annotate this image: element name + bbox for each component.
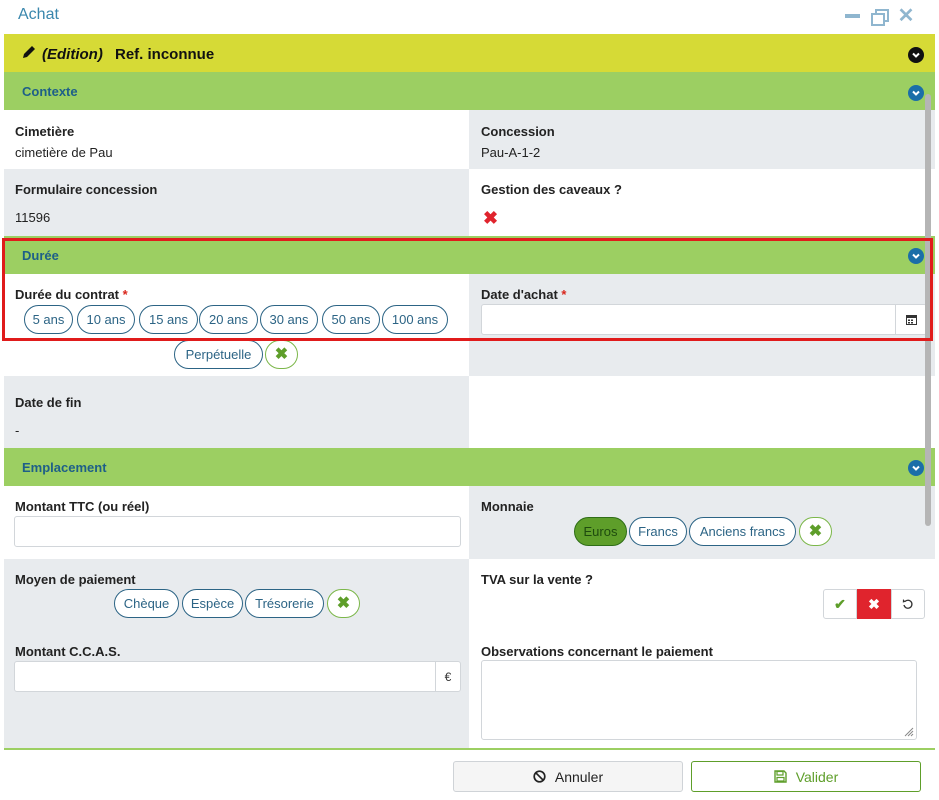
field-label: Gestion des caveaux ? (481, 182, 622, 197)
section-title: Durée (22, 248, 59, 263)
clear-currency-button[interactable]: ✖ (799, 517, 832, 546)
field-value: cimetière de Pau (15, 145, 113, 160)
clear-x-icon: ✖ (336, 594, 351, 612)
validate-label: Valider (795, 768, 839, 785)
duration-option-15[interactable]: 15 ans (139, 305, 198, 334)
cancel-button[interactable]: Annuler (453, 761, 683, 792)
field-label: Durée du contrat * (15, 287, 128, 302)
false-x-icon: ✖ (483, 208, 499, 228)
date-achat-field: Date d'achat * (469, 274, 935, 376)
duration-option-100[interactable]: 100 ans (382, 305, 448, 334)
montant-ttc-field: Montant TTC (ou réel) (4, 486, 469, 559)
formulaire-field: Formulaire concession 11596 (4, 169, 469, 236)
field-value: - (15, 423, 20, 438)
field-label: TVA sur la vente ? (481, 572, 593, 587)
reset-icon (902, 599, 913, 609)
payment-option-espece[interactable]: Espèce (182, 589, 243, 618)
observations-textarea[interactable] (481, 660, 917, 740)
pencil-icon (22, 45, 36, 62)
moyen-paiement-field: Moyen de paiement Chèque Espèce Trésorer… (4, 559, 469, 631)
field-label: Date de fin (15, 395, 82, 410)
field-label: Monnaie (481, 499, 534, 514)
field-value: 11596 (15, 210, 51, 225)
chevron-down-icon[interactable] (908, 47, 924, 63)
restore-icon[interactable] (870, 7, 889, 26)
duration-option-10[interactable]: 10 ans (77, 305, 135, 334)
ban-icon (533, 770, 546, 783)
duration-option-5[interactable]: 5 ans (24, 305, 73, 334)
section-emplacement-header[interactable]: Emplacement (4, 448, 935, 486)
duration-option-20[interactable]: 20 ans (199, 305, 258, 334)
validate-button[interactable]: Valider (691, 761, 921, 792)
date-fin-field: Date de fin - (4, 376, 469, 448)
observations-field: Observations concernant le paiement (469, 631, 935, 748)
caveaux-field: Gestion des caveaux ? ✖ (469, 169, 935, 236)
reference-label: Ref. inconnue (115, 46, 215, 63)
minimize-icon[interactable] (844, 7, 862, 25)
field-label: Formulaire concession (15, 182, 158, 197)
footer-divider (4, 748, 935, 750)
clear-x-icon: ✖ (274, 345, 289, 363)
close-icon[interactable]: ✕ (897, 6, 915, 26)
chevron-down-icon[interactable] (908, 248, 924, 264)
tva-no-button[interactable]: ✖ (857, 589, 891, 619)
clear-duration-button[interactable]: ✖ (265, 340, 298, 369)
field-label: Observations concernant le paiement (481, 644, 713, 659)
concession-field: Concession Pau-A-1-2 (469, 110, 935, 169)
chevron-down-icon[interactable] (908, 85, 924, 101)
field-label: Date d'achat * (481, 287, 567, 302)
currency-option-anciens-francs[interactable]: Anciens francs (689, 517, 796, 546)
duration-option-30[interactable]: 30 ans (260, 305, 318, 334)
field-label: Cimetière (15, 124, 75, 139)
date-achat-input[interactable] (481, 304, 927, 335)
scrollbar[interactable] (925, 94, 931, 526)
floppy-disk-icon (774, 770, 787, 783)
section-duree-header[interactable]: Durée (4, 236, 935, 274)
section-contexte-header[interactable]: Contexte (4, 72, 935, 110)
field-label: Concession (481, 124, 555, 139)
payment-option-tresorerie[interactable]: Trésorerie (245, 589, 324, 618)
currency-option-euros[interactable]: Euros (574, 517, 627, 546)
field-value: Pau-A-1-2 (481, 145, 541, 160)
payment-option-cheque[interactable]: Chèque (114, 589, 179, 618)
window-titlebar: Achat ✕ (0, 0, 939, 34)
tva-toggle-group: ✔ ✖ (823, 589, 925, 619)
cimetiere-field: Cimetière cimetière de Pau (4, 110, 469, 169)
duration-option-50[interactable]: 50 ans (322, 305, 380, 334)
calendar-icon[interactable] (895, 305, 926, 334)
section-title: Emplacement (22, 460, 107, 475)
duration-option-perpetuelle[interactable]: Perpétuelle (174, 340, 263, 369)
section-title: Contexte (22, 84, 78, 99)
resize-handle-icon[interactable] (904, 727, 914, 737)
record-header: (Edition) Ref. inconnue (4, 34, 935, 72)
chevron-down-icon[interactable] (908, 460, 924, 476)
window-title: Achat (18, 6, 59, 23)
euro-addon: € (435, 662, 460, 691)
edition-mode-label: (Edition) (42, 46, 103, 63)
duree-contrat-field: Durée du contrat * 5 ans 10 ans 15 ans 2… (4, 274, 469, 376)
form-content[interactable]: (Edition) Ref. inconnue Contexte Cimetiè… (4, 34, 935, 748)
dialog-footer: Annuler Valider (0, 748, 939, 800)
currency-option-francs[interactable]: Francs (629, 517, 687, 546)
montant-ttc-input[interactable] (14, 516, 461, 547)
tva-reset-button[interactable] (891, 589, 925, 619)
montant-ccas-input[interactable]: € (14, 661, 461, 692)
cancel-label: Annuler (554, 768, 604, 785)
field-label: Moyen de paiement (15, 572, 136, 587)
empty-cell (469, 376, 935, 448)
clear-payment-button[interactable]: ✖ (327, 589, 360, 618)
montant-ccas-field: Montant C.C.A.S. € (4, 631, 469, 748)
clear-x-icon: ✖ (808, 522, 823, 540)
monnaie-field: Monnaie Euros Francs Anciens francs ✖ (469, 486, 935, 559)
check-icon: ✔ (834, 595, 846, 612)
x-icon: ✖ (868, 595, 880, 612)
field-label: Montant TTC (ou réel) (15, 499, 150, 514)
field-label: Montant C.C.A.S. (15, 644, 121, 659)
tva-yes-button[interactable]: ✔ (823, 589, 857, 619)
